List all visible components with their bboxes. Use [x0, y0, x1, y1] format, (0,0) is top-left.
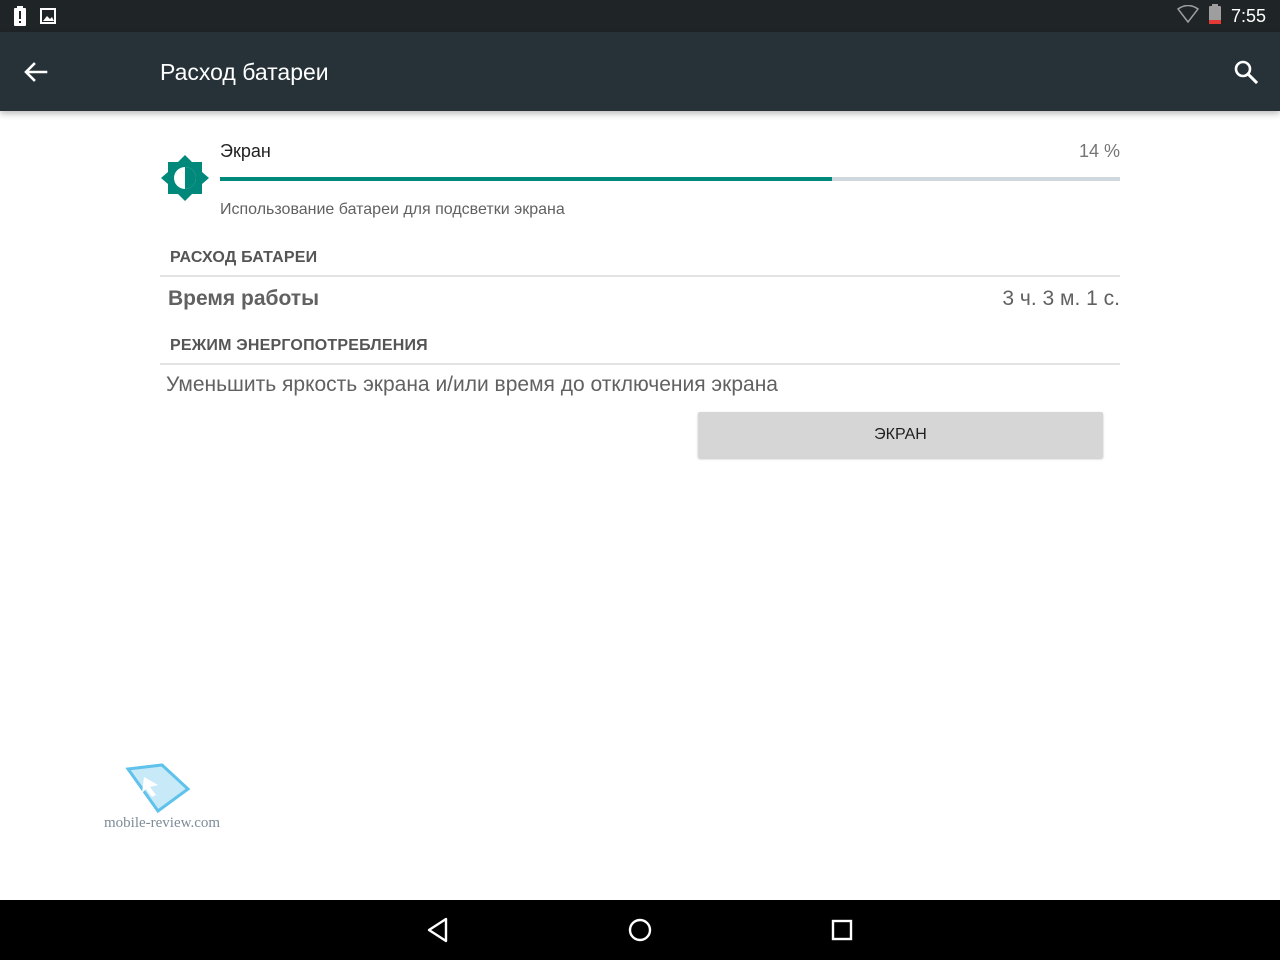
usage-progress-bar — [220, 177, 1120, 181]
battery-section-header: РАСХОД БАТАРЕИ — [170, 249, 318, 266]
uptime-value: 3 ч. 3 м. 1 с. — [1002, 287, 1120, 310]
back-triangle-icon — [427, 917, 448, 943]
usage-progress-fill — [220, 177, 832, 181]
uptime-label: Время работы — [168, 287, 320, 310]
navigation-bar — [0, 900, 1280, 960]
clock: 7:55 — [1230, 6, 1266, 26]
wifi-icon — [1176, 4, 1200, 28]
search-icon — [1234, 60, 1259, 85]
screen-settings-button[interactable]: ЭКРАН — [698, 412, 1103, 458]
nav-back-button[interactable] — [422, 914, 454, 946]
nav-recents-button[interactable] — [826, 914, 858, 946]
watermark-text: mobile-review.com — [104, 815, 221, 831]
home-circle-icon — [628, 918, 652, 942]
usage-item-percent: 14 % — [1078, 141, 1120, 161]
status-bar-notifications — [14, 6, 56, 31]
image-notification-icon — [40, 8, 56, 29]
arrow-back-icon — [24, 62, 48, 82]
section-divider — [160, 275, 1120, 277]
battery-alert-icon — [14, 6, 26, 31]
status-bar-system: 7:55 — [1176, 4, 1266, 29]
battery-icon — [1208, 4, 1221, 29]
nav-home-button[interactable] — [624, 914, 656, 946]
page-title: Расход батареи — [160, 59, 329, 85]
battery-usage-detail: Экран 14 % Использование батареи для под… — [0, 111, 1280, 900]
status-bar: 7:55 — [0, 0, 1280, 32]
search-button[interactable] — [1230, 56, 1262, 88]
watermark-logo-icon — [125, 763, 191, 814]
usage-item-name: Экран — [220, 141, 271, 161]
power-mode-section-header: РЕЖИМ ЭНЕРГОПОТРЕБЛЕНИЯ — [170, 337, 428, 354]
app-bar: Расход батареи — [0, 32, 1280, 111]
watermark: mobile-review.com — [104, 763, 220, 831]
power-hint-text: Уменьшить яркость экрана и/или время до … — [166, 373, 778, 396]
recents-square-icon — [831, 919, 853, 941]
brightness-icon — [160, 153, 210, 203]
back-button[interactable] — [20, 56, 52, 88]
section-divider — [160, 363, 1120, 365]
usage-item-description: Использование батареи для подсветки экра… — [220, 201, 565, 218]
